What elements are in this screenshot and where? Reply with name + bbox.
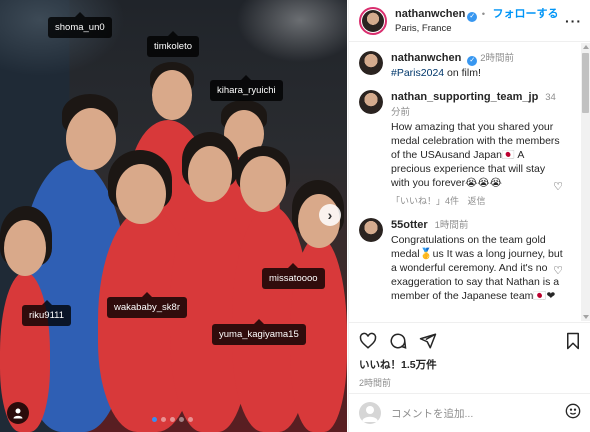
- comment-text: How amazing that you shared your medal c…: [391, 121, 560, 189]
- post-header: nathanwchen ✓ • フォローする Paris, France ···: [349, 0, 590, 42]
- comment-like-heart-icon[interactable]: ♡: [553, 264, 563, 277]
- verified-badge-icon: ✓: [467, 12, 478, 22]
- carousel-dot: [170, 417, 175, 422]
- comment-likes[interactable]: 「いいね！」4件: [391, 196, 459, 206]
- user-tag-shoma[interactable]: shoma_un0: [48, 12, 112, 38]
- next-photo-button[interactable]: ›: [319, 204, 341, 226]
- scrollbar-thumb[interactable]: [582, 53, 589, 113]
- carousel-dot: [179, 417, 184, 422]
- add-comment-bar: コメントを追加...: [349, 393, 590, 432]
- post-location[interactable]: Paris, France: [395, 22, 559, 35]
- emoji-icon[interactable]: [565, 403, 581, 424]
- post-actions: いいね！1.5万件 2時間前: [349, 322, 590, 389]
- scroll-down-arrow-icon[interactable]: [583, 315, 589, 319]
- post-photo[interactable]: shoma_un0 timkoleto kihara_ryuichi missa…: [0, 0, 347, 432]
- caption-text: on film!: [444, 67, 481, 79]
- author-username[interactable]: nathanwchen: [395, 8, 465, 20]
- user-tag-wakababy[interactable]: wakababy_sk8r: [107, 292, 188, 318]
- caption-avatar[interactable]: [359, 51, 383, 75]
- person-icon: [13, 408, 23, 419]
- post-caption: nathanwchen ✓ 2時間前 #Paris2024 on film!: [359, 51, 581, 80]
- carousel-dot: [188, 417, 193, 422]
- comment-text: Congratulations on the team gold medal🥇u…: [391, 234, 563, 302]
- comment-item: 55otter 1時間前 Congratulations on the team…: [359, 218, 581, 303]
- post-timestamp[interactable]: 2時間前: [359, 376, 581, 389]
- comment-input[interactable]: コメントを追加...: [391, 406, 565, 421]
- user-tag-riku[interactable]: riku9111: [22, 300, 72, 326]
- commenter-avatar[interactable]: [359, 218, 383, 242]
- header-separator: •: [481, 9, 486, 20]
- user-tag-missato[interactable]: missatoooo: [262, 263, 325, 289]
- carousel-dot: [152, 417, 157, 422]
- author-meta: nathanwchen ✓ • フォローする Paris, France: [395, 6, 559, 35]
- commenter-avatar[interactable]: [359, 90, 383, 114]
- caption-username[interactable]: nathanwchen: [391, 52, 461, 64]
- scroll-up-arrow-icon[interactable]: [583, 45, 589, 49]
- post-sidebar: nathanwchen ✓ • フォローする Paris, France ··· …: [348, 0, 590, 432]
- author-avatar[interactable]: [359, 6, 387, 35]
- caption-time: 2時間前: [480, 53, 515, 64]
- comment-username[interactable]: 55otter: [391, 219, 428, 231]
- carousel-dot: [161, 417, 166, 422]
- user-tag-timkoleto[interactable]: timkoleto: [147, 31, 200, 57]
- user-tag-kihara[interactable]: kihara_ryuichi: [210, 75, 283, 101]
- reply-button[interactable]: 返信: [468, 196, 486, 206]
- comments-list: nathanwchen ✓ 2時間前 #Paris2024 on film! na…: [349, 43, 581, 321]
- bookmark-icon[interactable]: [565, 332, 581, 350]
- comment-username[interactable]: nathan_supporting_team_jp: [391, 91, 538, 103]
- chevron-right-icon: ›: [327, 207, 333, 223]
- follow-button[interactable]: フォローする: [493, 8, 559, 20]
- verified-badge-icon: ✓: [467, 56, 478, 66]
- more-options-icon[interactable]: ···: [565, 13, 582, 29]
- caption-hashtag[interactable]: #Paris2024: [391, 67, 444, 79]
- comment-time: 1時間前: [434, 220, 469, 231]
- heart-icon[interactable]: [359, 332, 377, 350]
- comment-icon[interactable]: [389, 332, 407, 350]
- current-user-avatar: [359, 402, 381, 424]
- comments-scrollbar[interactable]: [581, 43, 590, 321]
- user-tag-yuma[interactable]: yuma_kagiyama15: [212, 319, 306, 345]
- tagged-users-button[interactable]: [7, 402, 29, 424]
- like-count[interactable]: いいね！1.5万件: [359, 357, 581, 372]
- comment-like-heart-icon[interactable]: ♡: [553, 180, 563, 193]
- comment-item: nathan_supporting_team_jp 34分前 How amazi…: [359, 90, 581, 208]
- share-icon[interactable]: [419, 332, 437, 350]
- carousel-indicator: [152, 417, 193, 422]
